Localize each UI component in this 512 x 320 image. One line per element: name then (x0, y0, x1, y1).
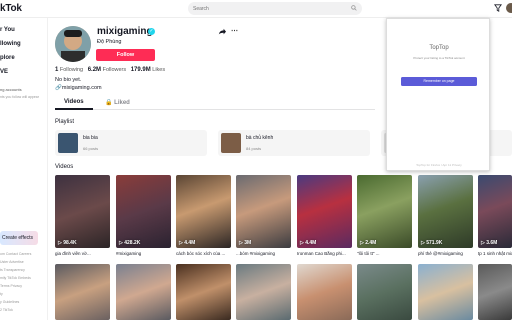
search-box[interactable] (188, 2, 362, 15)
tab-liked[interactable]: 🔒 Liked (105, 99, 130, 106)
inbox-icon[interactable] (494, 4, 502, 12)
popup-footer: TopTop for Firefox / Apr 11 Privacy (416, 163, 462, 167)
footer-link[interactable]: Uster Advertise (0, 260, 48, 264)
playlist-count: 84 posts (246, 146, 262, 151)
profile-link-text[interactable]: mixigaming.com (62, 85, 102, 91)
video-views: ▷ 4.4M (300, 240, 317, 246)
playlist-card[interactable]: bà chủ kênh 84 posts (218, 130, 370, 156)
profile-bio: No bio yet. (55, 77, 82, 83)
video-views: ▷ 4.4M (179, 240, 196, 246)
video-caption[interactable]: "lôi tôi tt" ... (357, 251, 413, 256)
sidebar-item-live[interactable]: VE (0, 69, 8, 75)
video-thumbnail[interactable] (176, 264, 231, 320)
create-effects-button[interactable]: Create effects (0, 231, 38, 245)
video-thumbnail[interactable] (418, 264, 473, 320)
likes-label: Likes (152, 67, 166, 73)
popup-action-button[interactable]: Remember on page (401, 77, 477, 86)
tiktok-logo[interactable]: kTok (0, 3, 22, 14)
follow-button[interactable]: Follow (96, 49, 155, 61)
playlist-section-title: Playlist (55, 119, 75, 125)
video-caption[interactable]: #mixigaming (116, 251, 172, 256)
video-thumbnail[interactable]: ▷ 3M (236, 175, 291, 248)
video-views: ▷ 2.4M (360, 240, 377, 246)
copyright: 2 TikTok (0, 308, 13, 312)
more-options-icon[interactable]: ⋯ (231, 27, 238, 35)
followers-label: Followers (102, 67, 127, 73)
video-thumbnail[interactable]: ▷ 2.4M (357, 175, 412, 248)
followers-count: 6.2M (87, 67, 102, 73)
link-icon: 🔗 (55, 85, 62, 91)
extension-popup: TopTop Protect your listing to a TikTok … (386, 18, 490, 171)
tab-active-indicator (55, 108, 93, 110)
sidebar: r You llowing plore VE ng accounts nts y… (0, 18, 48, 320)
video-thumbnail[interactable] (236, 264, 291, 320)
tiktok-profile-page: kTok r You llowing plore VE ng accounts … (0, 0, 512, 320)
video-thumbnail[interactable] (297, 264, 352, 320)
video-thumbnail[interactable]: ▷ 4.4M (297, 175, 352, 248)
footer-link[interactable]: om Contact Careers (0, 252, 48, 256)
following-label: Following (59, 67, 84, 73)
user-avatar[interactable] (506, 3, 512, 13)
share-icon[interactable] (218, 28, 226, 36)
video-caption[interactable]: gia đình viên vờ... (55, 251, 111, 256)
likes-count: 179.9M (130, 67, 151, 73)
profile-tabs: Videos 🔒 Liked (55, 97, 375, 110)
sidebar-item-explore[interactable]: plore (0, 55, 15, 61)
video-views: ▷ 3.6M (481, 240, 498, 246)
video-thumbnail[interactable]: ▷ 98.4K (55, 175, 110, 248)
following-count: 1 (55, 67, 59, 73)
profile-avatar (55, 26, 91, 62)
search-icon[interactable] (351, 5, 357, 11)
footer-link[interactable]: Terms Privacy (0, 284, 48, 288)
tab-videos[interactable]: Videos (64, 99, 84, 105)
following-accounts-note: nts you follow will appear (0, 95, 39, 99)
playlist-thumbnail (221, 133, 241, 153)
footer-link[interactable]: mily TikTok Embeds (0, 276, 48, 280)
video-caption[interactable]: Ironman Cao Bằng phi... (297, 251, 353, 256)
playlist-count: 66 posts (83, 146, 99, 151)
video-caption[interactable]: ...bóm #mixigaming (236, 251, 292, 256)
video-views: ▷ 571.9K (421, 240, 443, 246)
profile-nickname: Độ Phùng (97, 39, 122, 45)
video-thumbnail[interactable] (357, 264, 412, 320)
video-thumbnail[interactable]: ▷ 3.6M (478, 175, 512, 248)
footer-link[interactable]: y Guidelines (0, 300, 48, 304)
popup-description: Protect your listing to a TikTok account (413, 56, 465, 60)
video-views: ▷ 98.4K (58, 240, 77, 246)
videos-section-title: Videos (55, 164, 74, 170)
video-views: ▷ 428.2K (119, 240, 141, 246)
video-thumbnail[interactable]: ▷ 4.4M (176, 175, 231, 248)
footer-link[interactable]: ty (0, 292, 48, 296)
video-thumbnail[interactable] (116, 264, 171, 320)
playlist-thumbnail (58, 133, 78, 153)
search-input[interactable] (193, 3, 343, 14)
lock-icon: 🔒 (105, 100, 113, 106)
popup-title: TopTop (429, 45, 449, 51)
video-views: ▷ 3M (239, 240, 252, 246)
profile-link[interactable]: 🔗mixigaming.com (55, 85, 102, 91)
playlist-title: bà chủ kênh (246, 135, 274, 141)
following-accounts-title: ng accounts (0, 87, 22, 92)
profile-username: mixigaming (97, 26, 153, 37)
playlist-title: bia bia (83, 135, 98, 141)
verified-badge-icon: ✓ (148, 28, 155, 35)
video-thumbnail[interactable] (478, 264, 512, 320)
video-caption[interactable]: phí thẻ @#mixigaming (418, 251, 474, 256)
footer-link[interactable]: ts Transparency (0, 268, 48, 272)
video-thumbnail[interactable]: ▷ 571.9K (418, 175, 473, 248)
video-caption[interactable]: tp 1 sinh nhật mix (478, 251, 512, 256)
video-caption[interactable]: cách bóc sóc xích của ... (176, 251, 232, 256)
video-thumbnail[interactable]: ▷ 428.2K (116, 175, 171, 248)
playlist-card[interactable]: bia bia 66 posts (55, 130, 207, 156)
tab-liked-label: Liked (114, 100, 130, 106)
sidebar-item-following[interactable]: llowing (0, 41, 21, 47)
top-bar: kTok (0, 0, 512, 18)
profile-stats: 1 Following 6.2M Followers 179.9M Likes (55, 67, 165, 73)
video-thumbnail[interactable] (55, 264, 110, 320)
sidebar-item-for-you[interactable]: r You (0, 27, 15, 33)
